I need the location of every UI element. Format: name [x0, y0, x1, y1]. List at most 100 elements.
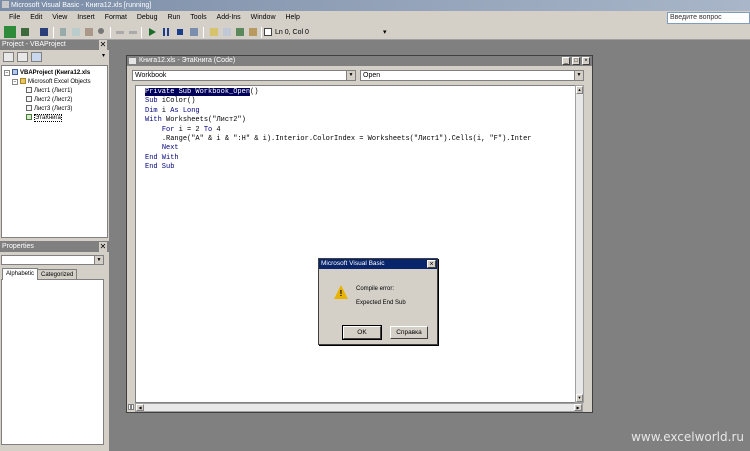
object-combo-value: Workbook [135, 72, 167, 79]
chevron-down-icon: ▼ [346, 71, 355, 80]
menu-view[interactable]: View [49, 11, 70, 25]
vbproject-icon [12, 69, 18, 75]
project-panel-title: Project - VBAProject ✕ [0, 40, 109, 50]
scroll-left-icon[interactable]: ◀ [136, 404, 144, 411]
window-title: Microsoft Visual Basic - Книга12.xls [ru… [11, 2, 152, 9]
toolbox-icon[interactable] [247, 26, 259, 38]
menu-debug[interactable]: Debug [134, 11, 161, 25]
procedure-combo-value: Open [363, 72, 381, 79]
find-icon[interactable] [96, 26, 108, 38]
menu-window[interactable]: Window [248, 11, 279, 25]
help-search-input[interactable]: Введите вопрос [667, 12, 750, 24]
reset-icon[interactable] [174, 26, 186, 38]
full-module-view-icon[interactable] [131, 404, 134, 410]
minimize-icon[interactable]: _ [562, 57, 570, 65]
properties-window-icon[interactable] [221, 26, 233, 38]
break-icon[interactable] [160, 26, 172, 38]
code-keyword: Dim [145, 106, 158, 115]
menu-edit[interactable]: Edit [27, 11, 45, 25]
tree-item-sheet2[interactable]: Лист2 (Лист2) [26, 96, 72, 105]
tree-item-excel-objects[interactable]: − Microsoft Excel Objects [12, 78, 91, 87]
undo-icon[interactable] [114, 26, 126, 38]
run-icon[interactable] [146, 26, 158, 38]
watermark: www.excelworld.ru [631, 430, 744, 444]
design-mode-icon[interactable] [188, 26, 200, 38]
close-icon[interactable]: ✕ [99, 40, 107, 50]
object-browser-icon[interactable] [234, 26, 246, 38]
tree-item-sheet3[interactable]: Лист3 (Лист3) [26, 105, 72, 114]
copy-icon[interactable] [70, 26, 82, 38]
code-line: Dim i As Long [145, 107, 531, 116]
redo-icon[interactable] [127, 26, 139, 38]
close-icon[interactable]: × [582, 57, 590, 65]
insert-module-icon[interactable] [19, 26, 31, 38]
tree-item-vbaproject[interactable]: − VBAProject (Книга12.xls [4, 69, 90, 78]
code-line: .Range("A" & i & ":H" & i).Interior.Colo… [145, 135, 532, 144]
code-keyword: To [203, 125, 213, 134]
scroll-up-icon[interactable]: ▲ [576, 86, 583, 94]
properties-panel-title-text: Properties [2, 243, 34, 250]
project-panel-title-text: Project - VBAProject [2, 41, 66, 48]
toolbar-separator [110, 27, 111, 38]
properties-panel: Properties ✕ ▼ Alphabetic Categorized [0, 242, 109, 451]
view-code-icon[interactable] [3, 52, 14, 62]
vertical-scrollbar[interactable]: ▲ ▼ [575, 85, 584, 403]
code-text-span: .Range("A" & i & ":H" & i).Interior.Colo… [161, 135, 532, 144]
tree-label: Лист1 (Лист1) [34, 88, 73, 94]
code-text-span: () [250, 88, 259, 96]
help-icon[interactable] [262, 26, 274, 38]
dialog-message-line2: Expected End Sub [356, 300, 406, 306]
code-line: End With [145, 154, 531, 163]
code-text: Private Sub Workbook_Open() Sub iColor() D… [145, 88, 531, 173]
code-window-icon [129, 58, 136, 64]
menu-run[interactable]: Run [164, 11, 183, 25]
menu-bar: File Edit View Insert Format Debug Run T… [0, 11, 750, 25]
compile-error-dialog: Microsoft Visual Basic × ! Compile error… [318, 258, 438, 345]
project-toolbar-menu-icon[interactable]: ▾ [102, 52, 105, 59]
maximize-icon[interactable]: □ [572, 57, 580, 65]
procedure-combo[interactable]: Open ▼ [360, 70, 584, 81]
app-icon [2, 1, 9, 8]
code-window-titlebar: Книга12.xls - ЭтаКнига (Code) _ □ × [127, 56, 592, 66]
menu-addins[interactable]: Add-Ins [214, 11, 244, 25]
workbook-icon [26, 114, 32, 120]
tree-item-thisworkbook[interactable]: ЭтаКнига [26, 114, 62, 123]
ok-button[interactable]: OK [342, 325, 382, 340]
toolbar-options-icon[interactable]: ▾ [383, 27, 387, 38]
toggle-folders-icon[interactable] [31, 52, 42, 62]
code-keyword: With [145, 116, 162, 125]
scroll-right-icon[interactable]: ▶ [574, 404, 582, 411]
menu-format[interactable]: Format [102, 11, 130, 25]
toolbar-separator [141, 27, 142, 38]
code-text-span: Worksheets("Лист2") [161, 116, 246, 125]
chevron-down-icon: ▼ [574, 71, 583, 80]
code-keyword: For [161, 125, 175, 134]
view-object-icon[interactable] [17, 52, 28, 62]
scroll-down-icon[interactable]: ▼ [576, 394, 583, 402]
view-mode-buttons[interactable] [128, 403, 135, 412]
sheet-icon [26, 105, 32, 111]
paste-icon[interactable] [83, 26, 95, 38]
menu-help[interactable]: Help [282, 11, 302, 25]
close-icon[interactable]: ✕ [99, 242, 107, 252]
menu-tools[interactable]: Tools [187, 11, 209, 25]
object-combo[interactable]: Workbook ▼ [132, 70, 356, 81]
menu-file[interactable]: File [6, 11, 23, 25]
excel-view-icon[interactable] [4, 26, 16, 38]
horizontal-scrollbar[interactable]: ◀ ▶ [135, 403, 583, 412]
tab-alphabetic[interactable]: Alphabetic [2, 268, 39, 280]
cut-icon[interactable] [57, 26, 69, 38]
project-explorer-icon[interactable] [208, 26, 220, 38]
code-text-span: i [157, 106, 171, 115]
save-icon[interactable] [38, 26, 50, 38]
properties-object-select[interactable]: ▼ [1, 255, 104, 265]
menu-insert[interactable]: Insert [74, 11, 98, 25]
project-tree: − VBAProject (Книга12.xls − Microsoft Exce… [1, 65, 108, 238]
help-button[interactable]: Справка [390, 326, 428, 339]
cursor-position: Ln 0, Col 0 [275, 29, 309, 36]
toolbar-separator [53, 27, 54, 38]
close-icon[interactable]: × [427, 260, 436, 268]
tree-item-sheet1[interactable]: Лист1 (Лист1) [26, 87, 72, 96]
